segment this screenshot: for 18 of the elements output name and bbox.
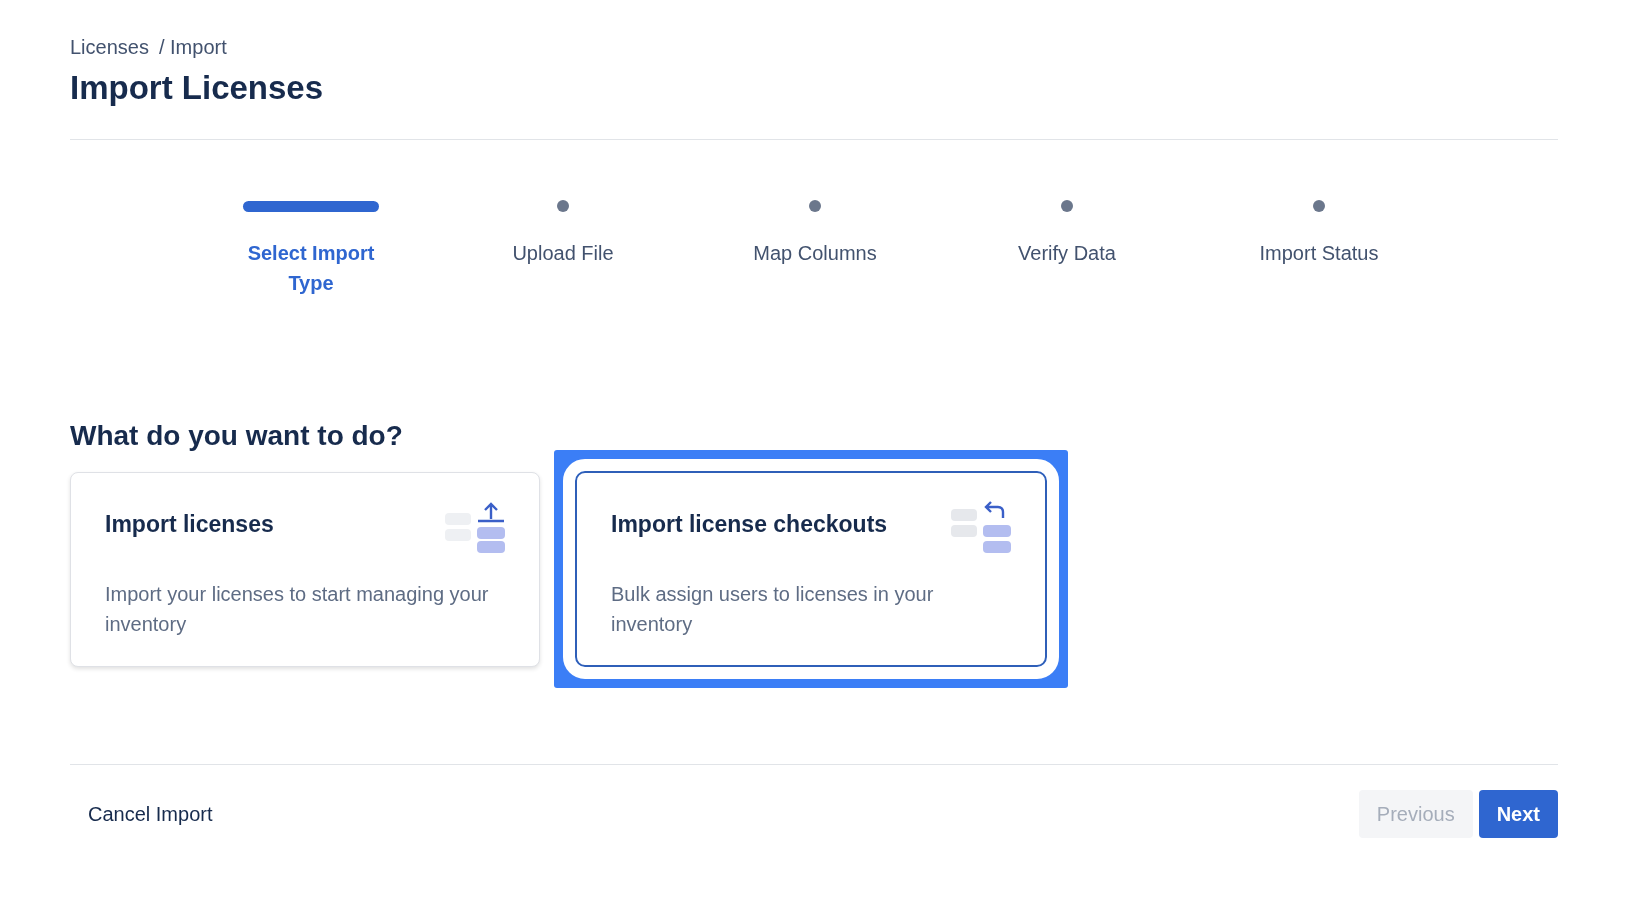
upload-table-icon (443, 501, 505, 553)
breadcrumb-link[interactable]: Licenses (70, 36, 149, 59)
page-title: Import Licenses (70, 69, 325, 107)
option-title: Import license checkouts (611, 511, 888, 538)
option-description: Bulk assign users to licenses in your inventory (611, 582, 935, 637)
step-label[interactable]: Upload File (488, 238, 638, 268)
breadcrumb-link[interactable]: / Import (158, 36, 227, 59)
option-title: Import licenses (105, 511, 274, 538)
step-label[interactable]: Select Import Type (236, 238, 386, 298)
step-label[interactable]: Import Status (1244, 238, 1394, 268)
next-button[interactable]: Next (1478, 790, 1558, 838)
step-label[interactable]: Verify Data (992, 238, 1142, 268)
cancel-import-button[interactable]: Cancel Import (70, 792, 231, 836)
option-description: Import your licenses to start managing your inventory (105, 582, 490, 637)
step-label[interactable]: Map Columns (740, 238, 890, 268)
section-heading: What do you want to do? (70, 420, 404, 452)
option-card[interactable]: Import licenses Import your licenses to start managing your inventory (70, 472, 540, 667)
return-table-icon (949, 501, 1011, 553)
